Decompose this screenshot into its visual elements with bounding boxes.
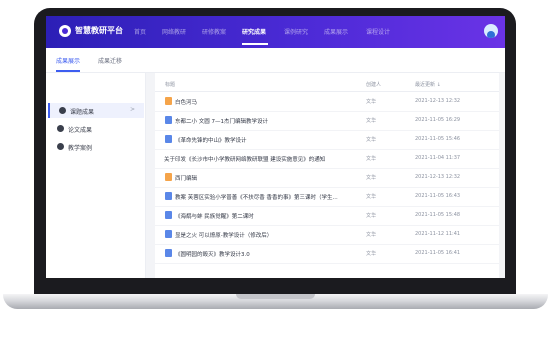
document-file-icon — [165, 230, 172, 238]
tab-results-migration[interactable]: 成果迁移 — [98, 56, 122, 65]
file-name[interactable]: 东都二小 文圆 7—1杰门编辑教学设计 — [175, 117, 268, 125]
column-header-updated[interactable]: 最近更新 ↓ — [415, 81, 441, 88]
content-area: 课题成果 > 论文成果 教学案例 标题 创建人 最近更新 ↓ 白色河马 文华 202… — [46, 73, 505, 278]
chevron-right-icon: > — [130, 106, 136, 113]
file-name[interactable]: 《革命先锋的中山》教学设计 — [175, 136, 247, 144]
file-creator: 文华 — [366, 175, 377, 181]
file-creator: 文华 — [366, 99, 377, 105]
screen: 智慧教研平台 首页 网络教研 研修教案 研究成果 课例研究 成果展示 课程设计 … — [46, 16, 505, 278]
top-navigation-bar: 智慧教研平台 首页 网络教研 研修教案 研究成果 课例研究 成果展示 课程设计 — [46, 16, 505, 48]
table-row[interactable]: 关于印发《长沙市中小学教研网络教研联盟 建设实施意见》的通知 文华 2021-11-… — [155, 149, 499, 169]
logo-icon — [59, 25, 71, 37]
file-name[interactable]: 关于印发《长沙市中小学教研网络教研联盟 建设实施意见》的通知 — [164, 155, 325, 163]
file-name[interactable]: 西门编辑 — [175, 174, 197, 182]
nav-item-course-design[interactable]: 课程设计 — [366, 27, 390, 36]
file-name[interactable]: 白色河马 — [175, 98, 197, 106]
file-updated-date: 2021-11-05 16:29 — [415, 117, 461, 123]
document-file-icon — [165, 116, 172, 124]
topic-icon — [59, 107, 66, 114]
file-updated-date: 2021-11-04 11:37 — [415, 155, 461, 161]
file-updated-date: 2021-11-05 16:41 — [415, 250, 461, 256]
file-creator: 文华 — [366, 194, 377, 200]
sidebar-item-paper-results[interactable]: 论文成果 — [48, 121, 142, 136]
sidebar-item-label: 教学案例 — [68, 145, 93, 152]
file-name[interactable]: 《海鹬与蚌 民族觉醒》第二课时 — [175, 212, 254, 220]
column-header-title[interactable]: 标题 — [165, 81, 175, 88]
brand-title: 智慧教研平台 — [75, 26, 123, 35]
user-avatar[interactable] — [484, 24, 498, 38]
file-updated-date: 2021-12-13 12:32 — [415, 98, 461, 104]
table-header: 标题 创建人 最近更新 ↓ — [155, 73, 499, 92]
subtab-active-indicator — [56, 70, 80, 72]
file-updated-date: 2021-12-13 12:32 — [415, 174, 461, 180]
image-file-icon — [165, 97, 172, 105]
document-file-icon — [165, 249, 172, 257]
image-file-icon — [165, 173, 172, 181]
table-row[interactable]: 白色河马 文华 2021-12-13 12:32 — [155, 92, 499, 112]
sidebar-item-label: 论文成果 — [68, 127, 93, 134]
sidebar: 课题成果 > 论文成果 教学案例 — [46, 73, 146, 278]
laptop-notch — [236, 294, 315, 299]
table-row[interactable]: 《圆明园的毁灭》教学设计3.0 文华 2021-11-05 16:41 — [155, 244, 499, 264]
file-table: 标题 创建人 最近更新 ↓ 白色河马 文华 2021-12-13 12:32 东都二小… — [155, 73, 499, 278]
file-name[interactable]: 显是之火 可以燎原-教学设计（修改后） — [175, 231, 272, 239]
sidebar-item-label: 课题成果 — [70, 109, 95, 116]
nav-item-lesson-plans[interactable]: 研修教案 — [202, 27, 226, 36]
table-row[interactable]: 东都二小 文圆 7—1杰门编辑教学设计 文华 2021-11-05 16:29 — [155, 111, 499, 131]
file-creator: 文华 — [366, 156, 377, 162]
nav-item-case-study[interactable]: 课例研究 — [284, 27, 308, 36]
file-creator: 文华 — [366, 118, 377, 124]
file-creator: 文华 — [366, 232, 377, 238]
document-file-icon — [165, 135, 172, 143]
file-name[interactable]: 教案 芙蓉区实验小学普善《不扶尽香 香香的事》第三课时（学生... — [175, 193, 338, 201]
tab-results-showcase[interactable]: 成果展示 — [56, 56, 80, 65]
nav-item-home[interactable]: 首页 — [134, 27, 146, 36]
table-row[interactable]: 教案 芙蓉区实验小学普善《不扶尽香 香香的事》第三课时（学生... 文华 2021-… — [155, 187, 499, 207]
file-updated-date: 2021-11-05 15:46 — [415, 136, 461, 142]
nav-active-indicator — [242, 43, 268, 45]
file-updated-date: 2021-11-05 15:48 — [415, 212, 461, 218]
sidebar-item-topic-results[interactable]: 课题成果 > — [48, 103, 144, 118]
table-row[interactable]: 显是之火 可以燎原-教学设计（修改后） 文华 2021-11-12 11:41 — [155, 225, 499, 245]
file-creator: 文华 — [366, 137, 377, 143]
column-header-creator[interactable]: 创建人 — [366, 81, 381, 88]
file-updated-date: 2021-11-12 11:41 — [415, 231, 461, 237]
nav-item-online-research[interactable]: 网络教研 — [162, 27, 186, 36]
file-updated-date: 2021-11-05 16:43 — [415, 193, 461, 199]
table-row[interactable]: 西门编辑 文华 2021-12-13 12:32 — [155, 168, 499, 188]
file-creator: 文华 — [366, 251, 377, 257]
file-creator: 文华 — [366, 213, 377, 219]
sidebar-item-teaching-cases[interactable]: 教学案例 — [48, 139, 142, 154]
nav-item-research-results[interactable]: 研究成果 — [242, 27, 266, 36]
table-row[interactable]: 《海鹬与蚌 民族觉醒》第二课时 文华 2021-11-05 15:48 — [155, 206, 499, 226]
case-icon — [57, 143, 64, 150]
document-file-icon — [165, 211, 172, 219]
file-name[interactable]: 《圆明园的毁灭》教学设计3.0 — [175, 250, 250, 258]
paper-icon — [57, 125, 64, 132]
sub-tabs: 成果展示 成果迁移 — [46, 48, 505, 73]
table-row[interactable]: 《革命先锋的中山》教学设计 文华 2021-11-05 15:46 — [155, 130, 499, 150]
nav-item-showcase[interactable]: 成果展示 — [324, 27, 348, 36]
document-file-icon — [165, 192, 172, 200]
